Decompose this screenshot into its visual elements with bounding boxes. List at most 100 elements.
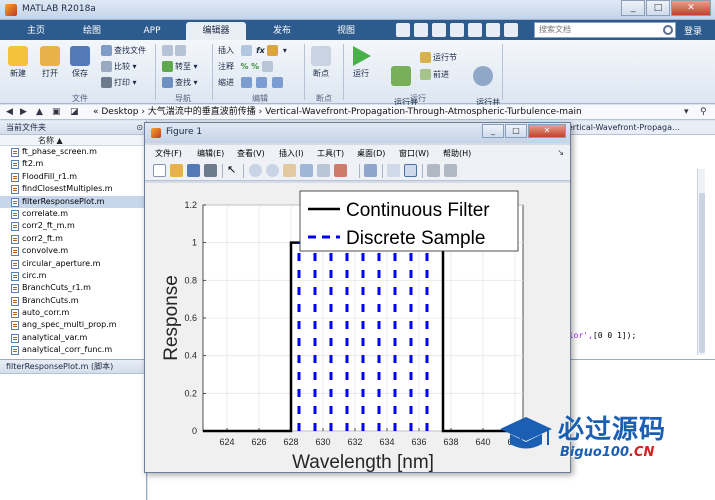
path-dropdown-icon[interactable]: ▾ [684, 105, 689, 119]
file-list-item[interactable]: corr2_ft_m.m [0, 220, 146, 232]
dock-icon[interactable]: ↘ [557, 148, 564, 157]
file-list-item[interactable]: BranchCuts_r1.m [0, 282, 146, 294]
decrease-indent-icon[interactable] [271, 77, 283, 88]
new-button[interactable]: 新建 [8, 46, 28, 79]
increase-indent-icon[interactable] [256, 77, 268, 88]
menu-edit[interactable]: 编辑(E) [197, 148, 224, 159]
zoom-out-icon[interactable] [266, 164, 279, 177]
compare-button[interactable]: 比较 ▾ [101, 61, 137, 72]
quick-undo-icon[interactable] [468, 23, 482, 37]
zoom-in-icon[interactable] [249, 164, 262, 177]
tab-plots[interactable]: 绘图 [66, 22, 118, 40]
tab-view[interactable]: 视图 [318, 22, 374, 40]
browse-folder-icon[interactable]: ▣ [52, 105, 61, 119]
file-list-item[interactable]: ft_phase_screen.m [0, 146, 146, 158]
pan-hand-icon[interactable] [283, 164, 296, 177]
editor-scroll-thumb[interactable] [699, 193, 705, 353]
fx-icon[interactable]: fx [256, 46, 265, 55]
tab-editor[interactable]: 编辑器 [186, 22, 246, 40]
goto-button[interactable]: 转至 ▾ [162, 61, 198, 72]
menu-tools[interactable]: 工具(T) [317, 148, 344, 159]
figure-close-button[interactable]: ✕ [528, 124, 566, 138]
menu-file[interactable]: 文件(F) [155, 148, 182, 159]
code-line[interactable]: olor',[0 0 1]); [564, 331, 636, 340]
file-list-item[interactable]: auto_corr.m [0, 307, 146, 319]
file-list-item[interactable]: analytical_var.m [0, 332, 146, 344]
file-list-item[interactable]: ang_spec_multi_prop.m [0, 319, 146, 331]
brush-icon[interactable] [334, 164, 347, 177]
editor-file-tab[interactable]: Vertical-Wavefront-Propaga... [563, 122, 680, 134]
print-figure-icon[interactable] [204, 164, 217, 177]
quick-help-icon[interactable] [504, 23, 518, 37]
search-icon[interactable] [663, 25, 673, 35]
edit-plot-arrow-icon[interactable]: ↖ [227, 164, 240, 177]
menu-window[interactable]: 窗口(W) [399, 148, 429, 159]
comment-button[interactable]: 注释 % % [218, 61, 275, 72]
advance-button[interactable]: 前进 [420, 69, 449, 80]
panel-menu-icon[interactable]: ⊙ [136, 121, 143, 135]
tab-home[interactable]: 主页 [10, 22, 62, 40]
show-plot-tools-icon[interactable] [444, 164, 457, 177]
back-icon[interactable]: ◀ [6, 105, 13, 119]
wrap-comments-icon[interactable] [261, 61, 273, 72]
print-button[interactable]: 打印 ▾ [101, 77, 137, 88]
save-button[interactable]: 保存 [70, 46, 90, 79]
minimize-button[interactable]: _ [621, 0, 645, 16]
quick-redo-icon[interactable] [486, 23, 500, 37]
insert-legend-icon[interactable] [404, 164, 417, 177]
file-list-item[interactable]: BranchCuts.m [0, 295, 146, 307]
hide-plot-tools-icon[interactable] [427, 164, 440, 177]
file-list-item[interactable]: circ.m [0, 270, 146, 282]
data-cursor-icon[interactable] [317, 164, 330, 177]
quick-cut-icon[interactable] [414, 23, 428, 37]
insert-button[interactable]: 插入 fx ▾ [218, 45, 287, 56]
menu-insert[interactable]: 插入(I) [279, 148, 304, 159]
file-list-item[interactable]: correlate.m [0, 208, 146, 220]
open-button[interactable]: 打开 [40, 46, 60, 79]
smart-indent-icon[interactable] [240, 77, 252, 88]
percent-uncomment-icon[interactable]: % [251, 62, 259, 71]
percent-comment-icon[interactable]: % [241, 62, 249, 71]
file-list-item[interactable]: corr2_ft.m [0, 233, 146, 245]
tab-publish[interactable]: 发布 [252, 22, 312, 40]
menu-help[interactable]: 帮助(H) [443, 148, 471, 159]
back-forward-buttons[interactable] [162, 45, 188, 56]
search-documentation-input[interactable]: 搜索文档 [534, 22, 676, 38]
quick-save-icon[interactable] [396, 23, 410, 37]
tab-apps[interactable]: APP [124, 22, 180, 40]
figure-maximize-button[interactable]: □ [505, 124, 527, 138]
open-file-icon[interactable] [170, 164, 183, 177]
insert-colorbar-icon[interactable] [387, 164, 400, 177]
link-plot-icon[interactable] [364, 164, 377, 177]
save-figure-icon[interactable] [187, 164, 200, 177]
file-list-item[interactable]: filterResponsePlot.m [0, 195, 146, 208]
current-folder-path[interactable]: « Desktop › 大气湍流中的垂直波前传播 › Vertical-Wave… [93, 105, 582, 119]
menu-desktop[interactable]: 桌面(D) [357, 148, 385, 159]
find-files-button[interactable]: 查找文件 [101, 45, 146, 56]
indent-button[interactable]: 缩进 [218, 77, 285, 88]
run-section-button[interactable]: 运行节 [420, 52, 457, 63]
figure-minimize-button[interactable]: _ [482, 124, 504, 138]
new-figure-icon[interactable] [153, 164, 166, 177]
close-button[interactable]: ✕ [671, 0, 711, 16]
quick-copy-icon[interactable] [432, 23, 446, 37]
forward-icon[interactable]: ▶ [20, 105, 27, 119]
file-list-item[interactable]: ft2.m [0, 158, 146, 170]
file-list-item[interactable]: convolve.m [0, 245, 146, 257]
find-button[interactable]: 查找 ▾ [162, 77, 198, 88]
breakpoints-button[interactable]: 断点 [311, 46, 331, 79]
rotate-3d-icon[interactable] [300, 164, 313, 177]
run-button[interactable]: 运行 [351, 46, 371, 79]
search-folder-icon[interactable]: ⚲ [700, 105, 707, 119]
maximize-button[interactable]: □ [646, 0, 670, 16]
file-list-item[interactable]: analytical_corr_func.m [0, 344, 146, 356]
quick-paste-icon[interactable] [450, 23, 464, 37]
file-list-item[interactable]: findClosestMultiples.m [0, 183, 146, 195]
login-link[interactable]: 登录 [684, 24, 702, 37]
name-column-header[interactable]: 名称 ▲ [0, 135, 146, 146]
up-folder-icon[interactable]: ▲ [36, 105, 43, 119]
file-list-item[interactable]: circular_aperture.m [0, 258, 146, 270]
drive-icon[interactable]: ◪ [70, 105, 79, 119]
editor-scrollbar[interactable] [697, 169, 705, 355]
menu-view[interactable]: 查看(V) [237, 148, 265, 159]
